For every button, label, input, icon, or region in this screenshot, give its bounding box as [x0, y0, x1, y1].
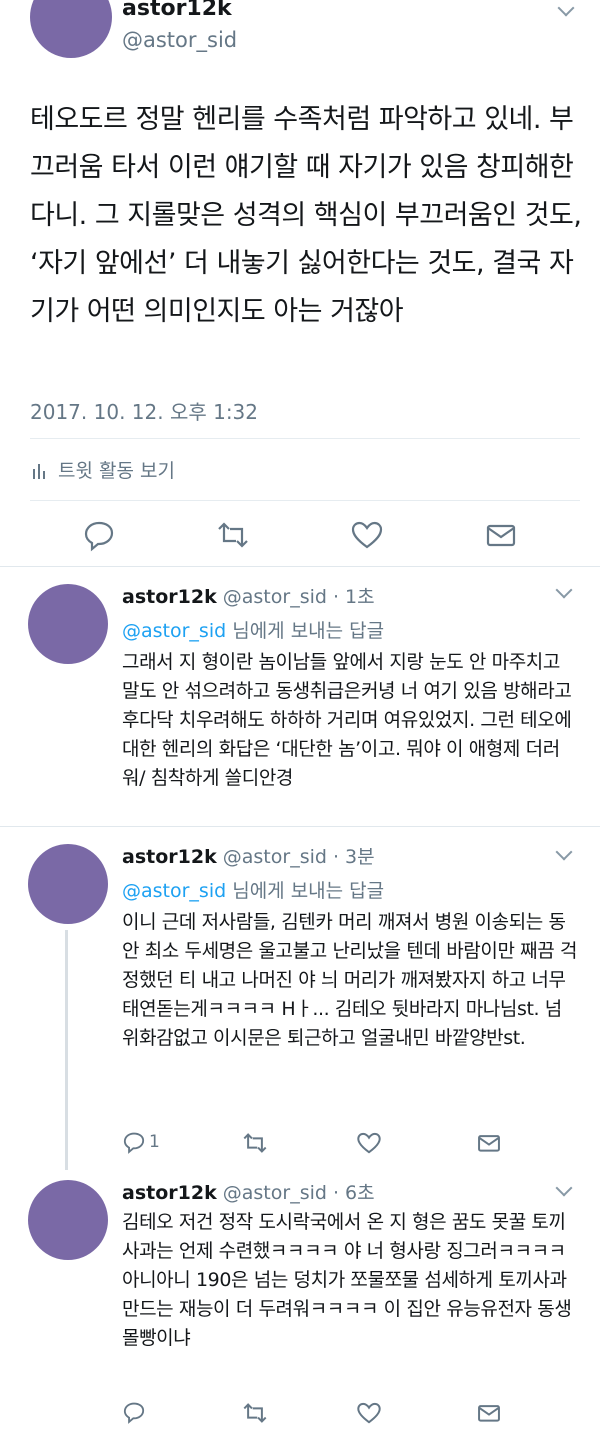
- message-icon: [486, 524, 516, 547]
- reply-icon: [84, 521, 114, 552]
- reply-count: 1: [149, 1132, 160, 1152]
- like-button[interactable]: [350, 518, 384, 552]
- reply-icon: [123, 1132, 145, 1154]
- reply-button[interactable]: [122, 1400, 146, 1424]
- avatar[interactable]: [28, 844, 108, 924]
- author-handle-time[interactable]: @astor_sid · 3분: [223, 846, 375, 868]
- activity-label: 트윗 활동 보기: [58, 460, 175, 482]
- retweet-icon: [243, 1403, 267, 1423]
- tweet-activity-link[interactable]: 트윗 활동 보기: [32, 456, 175, 483]
- chevron-down-icon[interactable]: [555, 581, 573, 599]
- author-handle-time[interactable]: @astor_sid · 1초: [223, 586, 375, 608]
- message-icon: [478, 1135, 500, 1152]
- author-handle[interactable]: @astor_sid: [122, 28, 237, 52]
- like-icon: [357, 1132, 381, 1154]
- author-name[interactable]: astor12k: [122, 586, 217, 608]
- retweet-icon: [243, 1133, 267, 1153]
- reply-context: @astor_sid 님에게 보내는 답글: [122, 876, 384, 903]
- chevron-down-icon[interactable]: [557, 0, 575, 17]
- mention-link[interactable]: @astor_sid: [122, 620, 226, 642]
- thread-line: [65, 930, 68, 1170]
- tweet-text: 그래서 지 형이란 놈이남들 앞에서 지랑 눈도 안 마주치고 말도 안 섞으려…: [122, 651, 572, 789]
- mention-link[interactable]: @astor_sid: [122, 880, 226, 902]
- retweet-button[interactable]: [216, 518, 250, 552]
- message-icon: [478, 1405, 500, 1422]
- like-button[interactable]: [356, 1130, 382, 1156]
- avatar[interactable]: [30, 0, 112, 58]
- author-handle-time[interactable]: @astor_sid · 6초: [223, 1182, 375, 1204]
- chevron-down-icon[interactable]: [555, 1179, 573, 1197]
- retweet-button[interactable]: [242, 1400, 268, 1426]
- reply-header: astor12k @astor_sid · 6초: [122, 1178, 375, 1205]
- reply-context-label: 님에게 보내는 답글: [226, 620, 385, 642]
- reply-context: @astor_sid 님에게 보내는 답글: [122, 616, 384, 643]
- like-icon: [357, 1402, 381, 1424]
- reply-button[interactable]: [82, 518, 116, 552]
- reply-icon: [123, 1402, 145, 1424]
- retweet-icon: [218, 522, 248, 548]
- divider: [30, 438, 580, 439]
- tweet-text: 김테오 저건 정작 도시락국에서 온 지 형은 꿈도 못꿀 토끼사과는 언제 수…: [122, 1211, 572, 1349]
- like-button[interactable]: [356, 1400, 382, 1426]
- divider: [0, 826, 600, 827]
- reply-button[interactable]: [122, 1130, 146, 1154]
- retweet-button[interactable]: [242, 1130, 268, 1156]
- reply-context-label: 님에게 보내는 답글: [226, 880, 385, 902]
- divider: [0, 566, 600, 567]
- avatar[interactable]: [28, 584, 108, 664]
- divider: [30, 500, 580, 501]
- like-icon: [351, 521, 383, 549]
- message-button[interactable]: [484, 518, 518, 552]
- reply-header: astor12k @astor_sid · 1초: [122, 582, 375, 609]
- tweet-text: 테오도르 정말 헨리를 수족처럼 파악하고 있네. 부끄러움 타서 이런 얘기할…: [30, 104, 582, 327]
- author-name[interactable]: astor12k: [122, 1182, 217, 1204]
- avatar[interactable]: [28, 1180, 108, 1260]
- tweet-text: 이니 근데 저사람들, 김텐카 머리 깨져서 병원 이송되는 동안 최소 두세명…: [122, 911, 578, 1049]
- message-button[interactable]: [476, 1130, 502, 1156]
- reply-header: astor12k @astor_sid · 3분: [122, 842, 375, 869]
- message-button[interactable]: [476, 1400, 502, 1426]
- timestamp[interactable]: 2017. 10. 12. 오후 1:32: [30, 396, 258, 425]
- bar-chart-icon: [33, 463, 45, 479]
- author-name[interactable]: astor12k: [122, 0, 232, 21]
- chevron-down-icon[interactable]: [555, 843, 573, 861]
- author-name[interactable]: astor12k: [122, 846, 217, 868]
